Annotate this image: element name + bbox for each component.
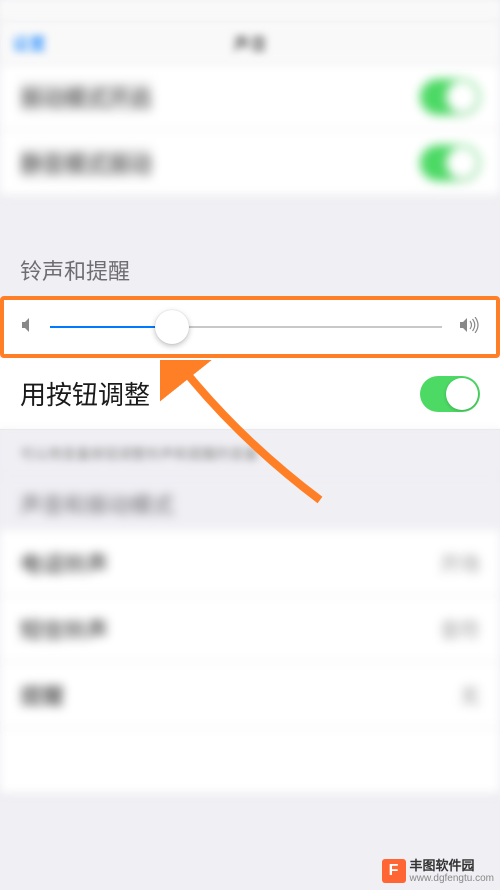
ringtone-row[interactable]: 电话铃声 开场 bbox=[0, 530, 500, 596]
ringtone-value: 开场 bbox=[440, 548, 480, 577]
reminder-label: 提醒 bbox=[20, 679, 64, 711]
ringer-footer: 可以用音量按钮调整铃声和提醒的音量 bbox=[0, 430, 500, 478]
texttone-value: 音符 bbox=[440, 614, 480, 643]
texttone-row[interactable]: 短信铃声 音符 bbox=[0, 596, 500, 662]
volume-slider-row bbox=[0, 296, 500, 358]
volume-slider[interactable] bbox=[50, 326, 442, 328]
slider-thumb[interactable] bbox=[155, 310, 189, 344]
speaker-high-icon bbox=[458, 317, 480, 338]
vibrate-silent-label: 静音模式振动 bbox=[20, 147, 152, 179]
button-adjust-label: 用按钮调整 bbox=[20, 375, 150, 412]
vibrate-ring-label: 振动模式开启 bbox=[20, 81, 152, 113]
reminder-value: 无 bbox=[460, 680, 480, 709]
vibrate-section: 振动模式开启 静音模式振动 bbox=[0, 64, 500, 196]
watermark-name: 丰图软件园 bbox=[410, 859, 495, 873]
ringtone-label: 电话铃声 bbox=[20, 547, 108, 579]
button-adjust-toggle[interactable] bbox=[420, 376, 480, 412]
vibrate-ring-row[interactable]: 振动模式开启 bbox=[0, 64, 500, 130]
nav-bar: 设置 声音 bbox=[0, 20, 500, 64]
nav-title: 声音 bbox=[12, 30, 488, 55]
reminder-row[interactable]: 提醒 无 bbox=[0, 662, 500, 728]
vibrate-silent-row[interactable]: 静音模式振动 bbox=[0, 130, 500, 196]
button-adjust-row: 用按钮调整 bbox=[0, 358, 500, 430]
watermark-url: www.dgfengtu.com bbox=[410, 873, 495, 884]
status-bar bbox=[0, 0, 500, 20]
section-gap bbox=[0, 196, 500, 244]
speaker-low-icon bbox=[20, 317, 34, 338]
slider-track-fill bbox=[50, 326, 172, 328]
vibrate-ring-toggle[interactable] bbox=[420, 79, 480, 115]
watermark-logo-icon: F bbox=[382, 859, 406, 883]
toggle-knob bbox=[446, 147, 478, 179]
toggle-knob bbox=[446, 81, 478, 113]
extra-row-1[interactable] bbox=[0, 728, 500, 794]
vibrate-silent-toggle[interactable] bbox=[420, 145, 480, 181]
sounds-section-header: 声音和振动模式 bbox=[0, 478, 500, 530]
toggle-knob bbox=[446, 378, 478, 410]
texttone-label: 短信铃声 bbox=[20, 613, 108, 645]
watermark: F 丰图软件园 www.dgfengtu.com bbox=[382, 859, 495, 884]
ringer-section-header: 铃声和提醒 bbox=[0, 244, 500, 296]
